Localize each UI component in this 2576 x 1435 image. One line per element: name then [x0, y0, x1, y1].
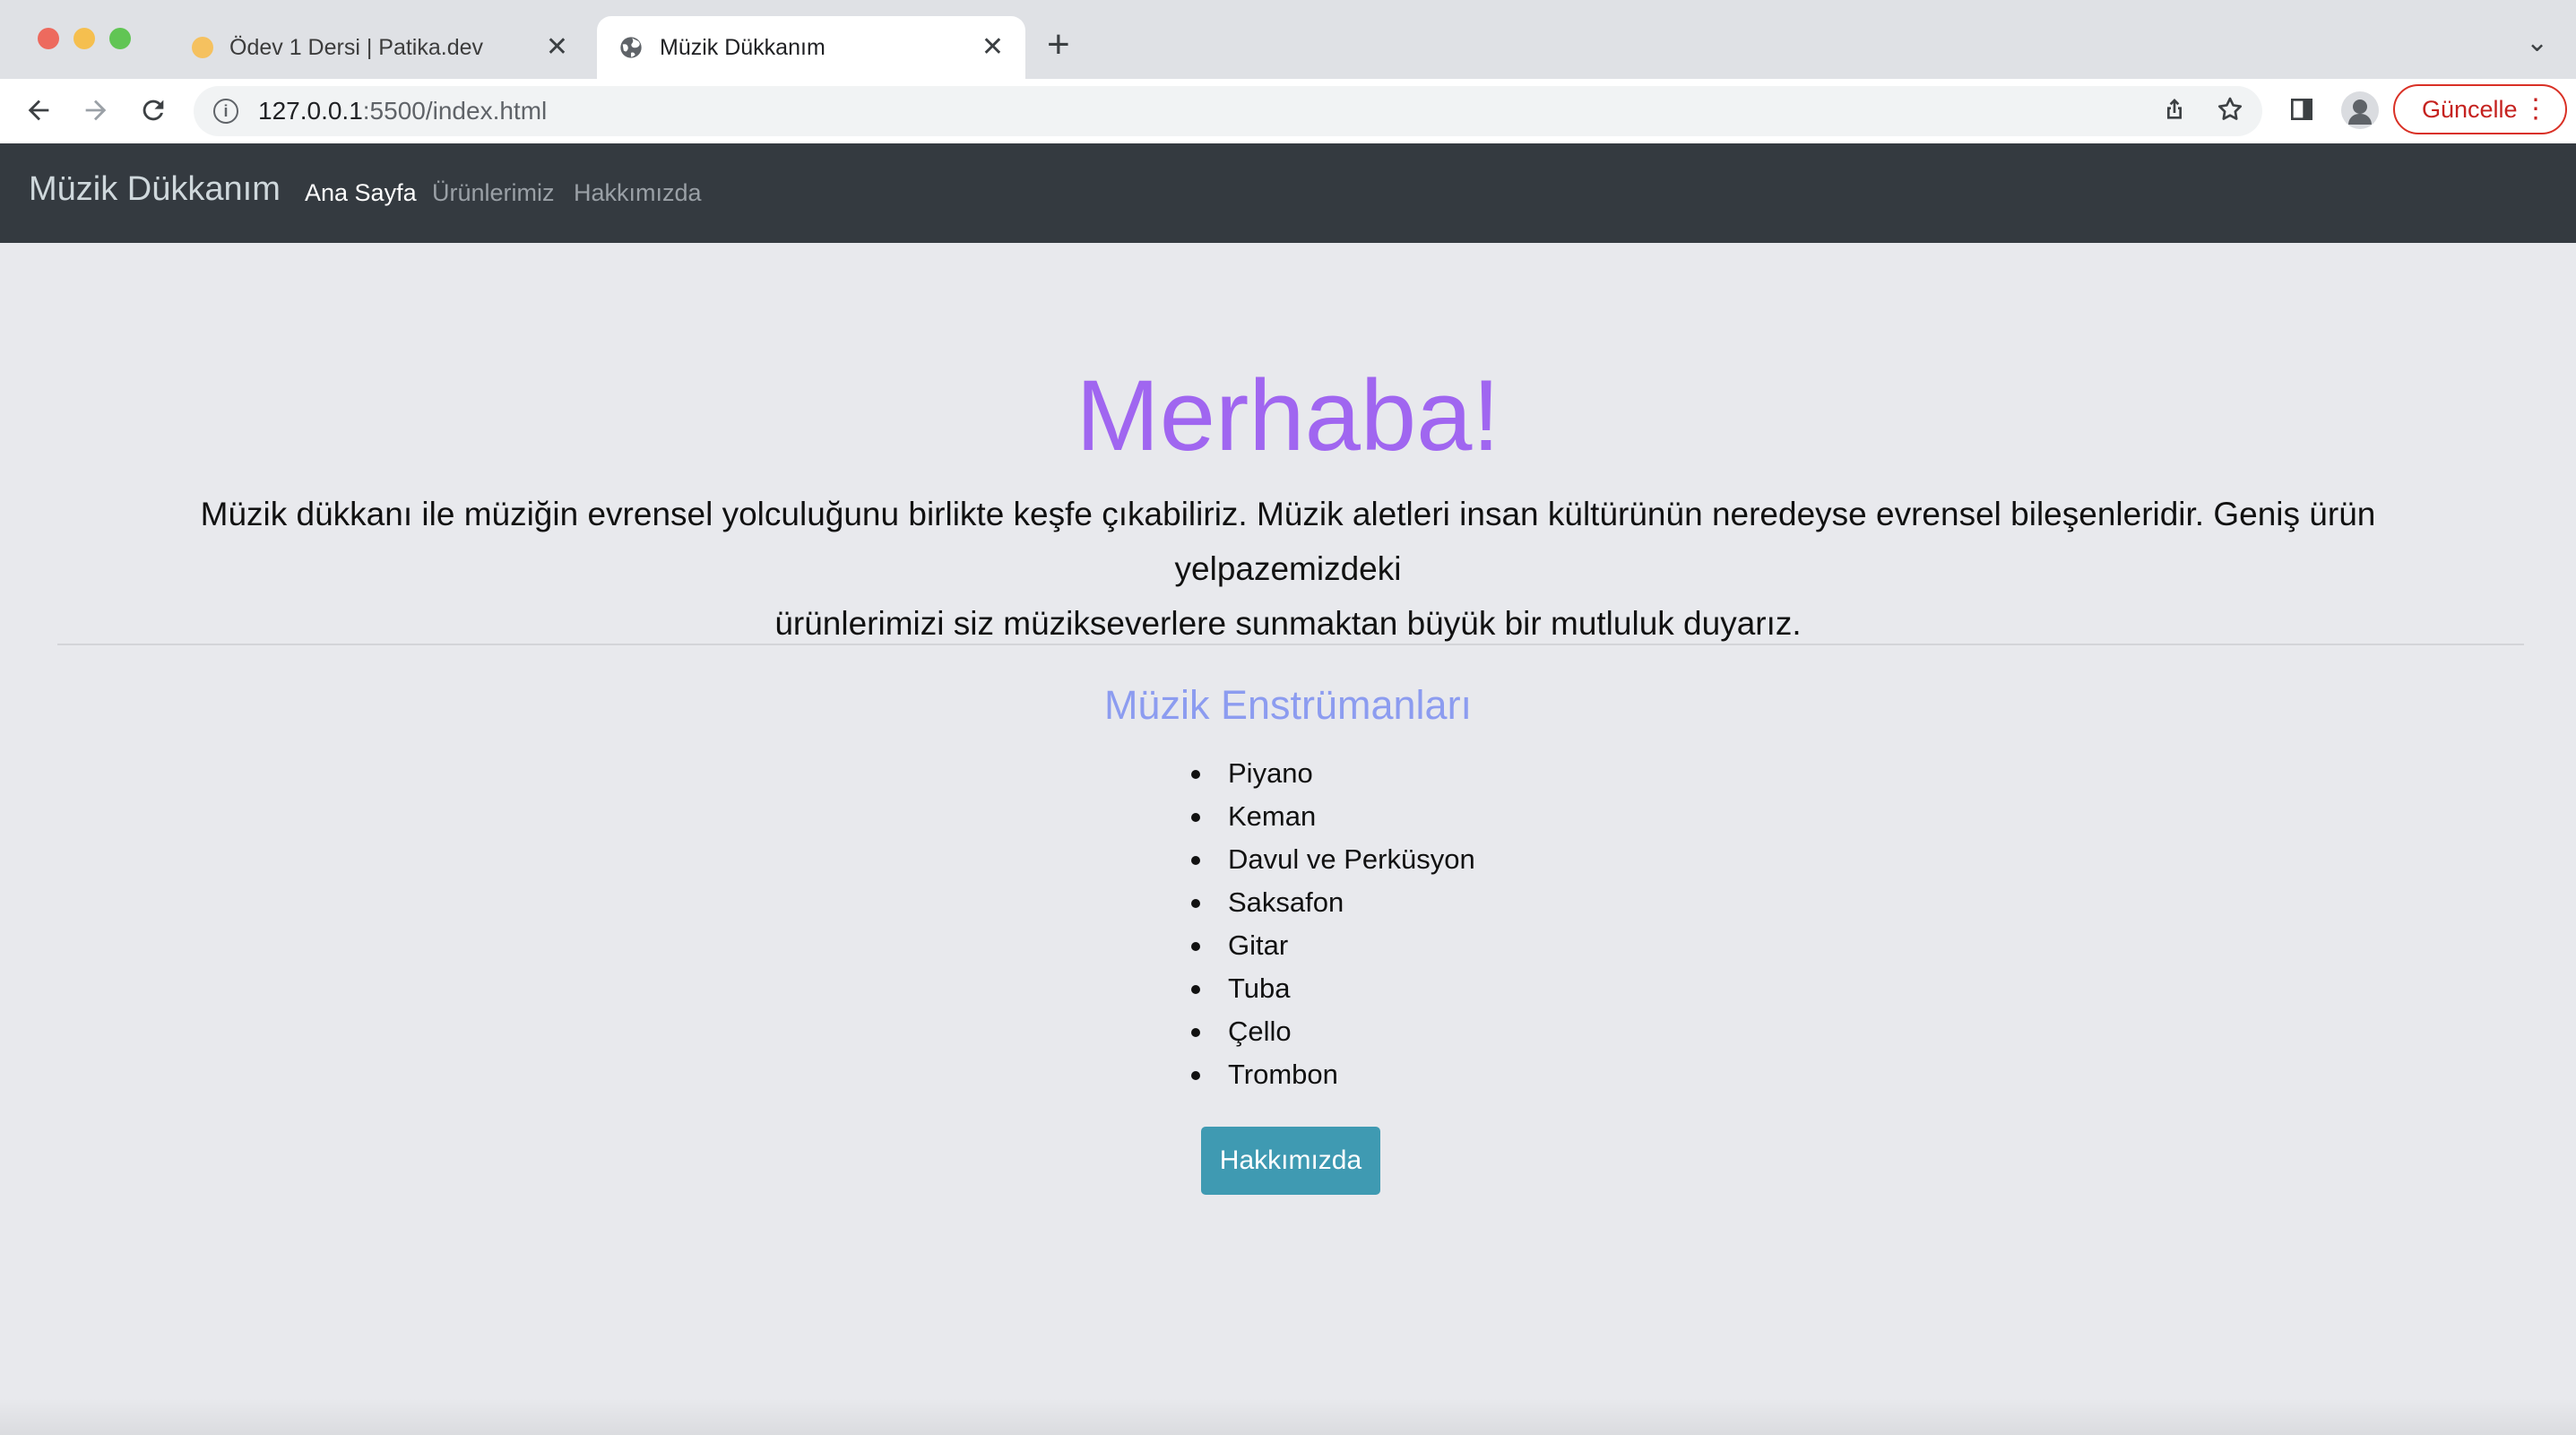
update-label: Güncelle: [2422, 95, 2518, 123]
list-item: Piyano: [1191, 752, 1475, 795]
more-vert-icon[interactable]: ⋮: [2522, 93, 2549, 125]
close-window-button[interactable]: [38, 28, 59, 49]
instruments-title: Müzik Enstrümanları: [1103, 682, 1473, 728]
about-button[interactable]: Hakkımızda: [1201, 1127, 1380, 1195]
site-navbar: Müzik Dükkanım Ana Sayfa Ürünlerimiz Hak…: [0, 143, 2576, 243]
chevron-down-icon[interactable]: ⌄: [2526, 27, 2548, 58]
address-bar[interactable]: i 127.0.0.1:5500/index.html: [194, 86, 2262, 136]
url-text: 127.0.0.1:5500/index.html: [258, 97, 548, 125]
nav-link-home[interactable]: Ana Sayfa: [305, 179, 417, 207]
navbar-brand[interactable]: Müzik Dükkanım: [29, 170, 281, 209]
hero-text-line: Müzik dükkanı ile müziğin evrensel yolcu…: [200, 496, 2376, 587]
close-icon[interactable]: ✕: [546, 34, 568, 61]
list-item: Çello: [1191, 1010, 1475, 1053]
divider: [57, 644, 2524, 645]
close-icon[interactable]: ✕: [981, 34, 1004, 61]
hero-description: Müzik dükkanı ile müziğin evrensel yolcu…: [108, 487, 2468, 651]
bookmark-star-icon[interactable]: [2216, 95, 2244, 124]
globe-icon: [620, 37, 642, 58]
forward-arrow-icon[interactable]: [81, 95, 111, 125]
nav-link-about[interactable]: Hakkımızda: [574, 179, 702, 207]
reload-icon[interactable]: [138, 95, 169, 125]
tab-patika[interactable]: Ödev 1 Dersi | Patika.dev ✕: [170, 16, 590, 79]
page-content: Merhaba! Müzik dükkanı ile müziğin evren…: [0, 243, 2576, 1435]
browser-toolbar: i 127.0.0.1:5500/index.html Güncelle ⋮: [0, 79, 2576, 144]
list-item: Davul ve Perküsyon: [1191, 838, 1475, 881]
tab-muzik-dukkanim[interactable]: Müzik Dükkanım ✕: [597, 16, 1025, 79]
list-item: Gitar: [1191, 924, 1475, 967]
browser-tab-strip: Ödev 1 Dersi | Patika.dev ✕ Müzik Dükkan…: [0, 0, 2576, 79]
share-icon[interactable]: [2160, 95, 2189, 124]
hero-title: Merhaba!: [1076, 359, 1500, 471]
new-tab-plus-icon[interactable]: +: [1047, 25, 1070, 65]
tab-title: Müzik Dükkanım: [660, 34, 826, 60]
info-icon[interactable]: i: [213, 99, 238, 124]
back-arrow-icon[interactable]: [23, 95, 54, 125]
list-item: Tuba: [1191, 967, 1475, 1010]
list-item: Trombon: [1191, 1053, 1475, 1096]
patika-favicon-icon: [192, 37, 213, 58]
list-item: Keman: [1191, 795, 1475, 838]
list-item: Saksafon: [1191, 881, 1475, 924]
update-button[interactable]: Güncelle ⋮: [2393, 84, 2567, 134]
window-bottom-shadow: [0, 1398, 2576, 1435]
minimize-window-button[interactable]: [73, 28, 95, 49]
hero-text-line: ürünlerimizi siz müzikseverlere sunmakta…: [774, 605, 1802, 642]
side-panel-icon[interactable]: [2287, 95, 2316, 124]
maximize-window-button[interactable]: [109, 28, 131, 49]
instrument-list: Piyano Keman Davul ve Perküsyon Saksafon…: [1191, 752, 1475, 1096]
tab-title: Ödev 1 Dersi | Patika.dev: [229, 34, 484, 60]
profile-avatar[interactable]: [2341, 91, 2379, 129]
nav-link-products[interactable]: Ürünlerimiz: [432, 179, 555, 207]
